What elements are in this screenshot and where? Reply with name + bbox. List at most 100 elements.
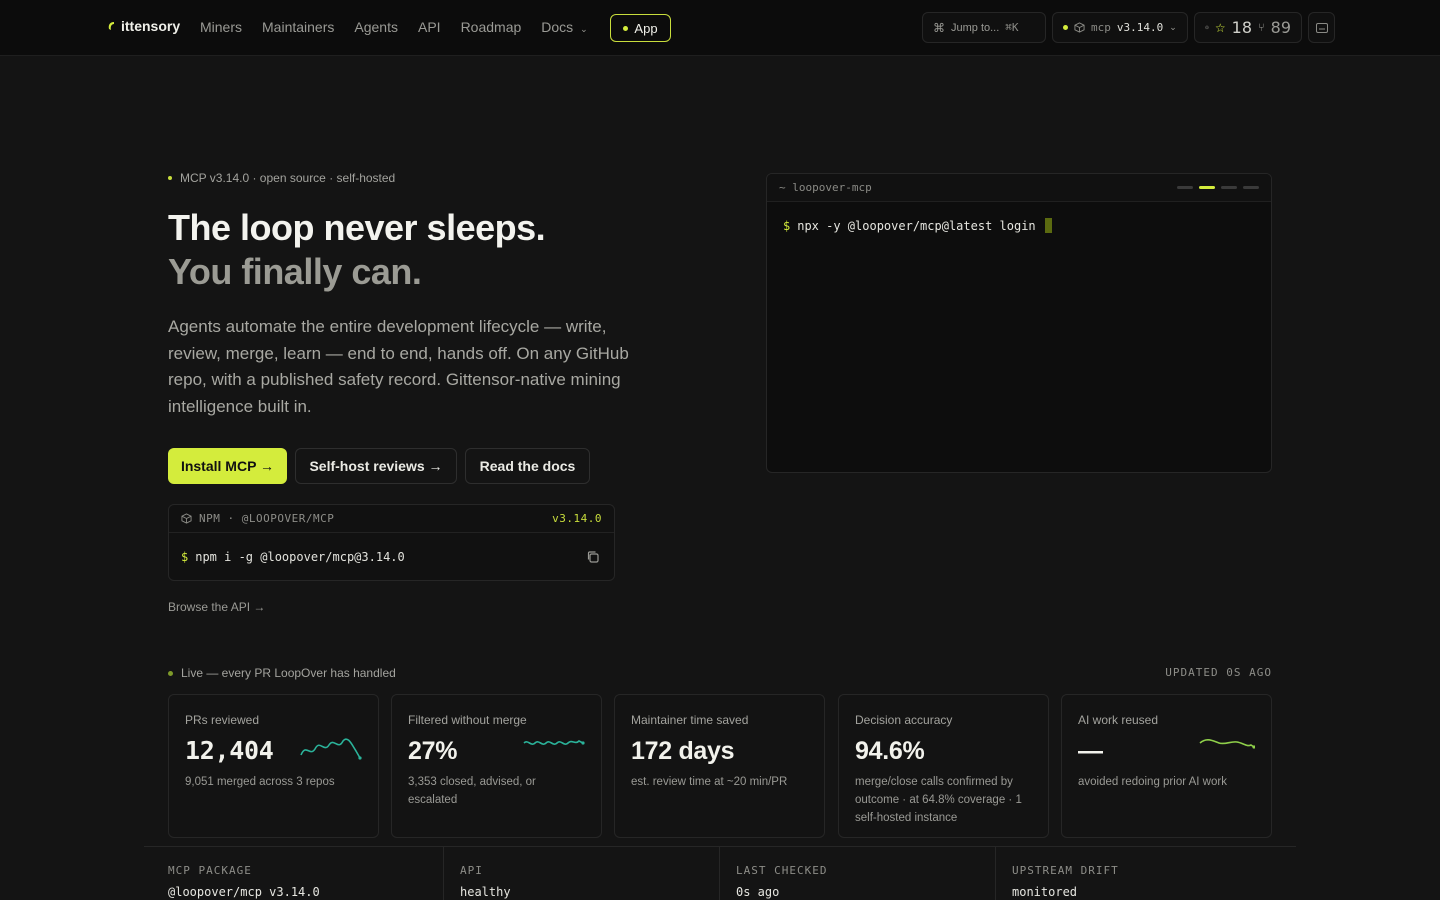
strip-value: monitored [1012,885,1078,899]
hero-eyebrow: MCP v3.14.0 · open source · self-hosted [168,171,395,185]
fork-icon: ⑂ [1258,21,1265,34]
strip-last-checked: LAST CHECKED 0s ago [719,847,996,900]
star-count: 18 [1231,18,1253,37]
sparkline-icon [300,738,362,760]
self-host-button[interactable]: Self-host reviews → [295,448,457,484]
nav-docs-label: Docs [541,19,574,35]
live-dot-icon [168,670,173,676]
eyebrow-dot-icon [168,176,172,180]
stat-card-filtered: Filtered without merge 27% 3,353 closed,… [391,694,602,838]
status-strip: MCP PACKAGE @loopover/mcp v3.14.0 API he… [144,846,1296,900]
github-icon [1205,25,1209,30]
brand-name: ittensory [121,18,181,34]
step-dot[interactable] [1177,186,1193,189]
nav-link-docs[interactable]: Docs ⌄ [541,18,587,38]
nav-link-agents[interactable]: Agents [354,18,398,38]
nav-links: Miners Maintainers Agents API Roadmap Do… [200,18,588,38]
package-icon [181,513,192,524]
npm-command[interactable]: npm i -g @loopover/mcp@3.14.0 [195,550,405,564]
stat-label: Decision accuracy [855,713,953,727]
brand-mark-icon [108,22,114,30]
stat-sub: 3,353 closed, advised, or escalated [408,776,536,806]
npm-command-row: $ npm i -g @loopover/mcp@3.14.0 [169,533,614,581]
hero-description: Agents automate the entire development l… [168,317,629,416]
fork-count: 89 [1270,18,1291,37]
terminal-title: ~ loopover-mcp [779,181,872,194]
hero-subtitle: You finally can. [168,251,422,292]
terminal-command-line: $ npx -y @loopover/mcp@latest login [783,218,1052,233]
step-dot-active[interactable] [1199,186,1215,189]
chevron-down-icon: ⌄ [1169,22,1177,32]
nav-link-api[interactable]: API [418,18,441,38]
terminal-command: npx -y @loopover/mcp@latest login [797,218,1036,233]
version-selector[interactable]: mcp v3.14.0 ⌄ [1052,12,1188,43]
stat-sub: avoided redoing prior AI work [1078,776,1227,788]
status-dot-icon [1063,25,1068,30]
npm-version: v3.14.0 [552,512,602,525]
stat-card-prs-reviewed: PRs reviewed 12,404 9,051 merged across … [168,694,379,838]
strip-api: API healthy [443,847,720,900]
step-dot[interactable] [1243,186,1259,189]
app-button[interactable]: App [610,14,671,42]
strip-value: healthy [460,885,511,899]
strip-upstream-drift: UPSTREAM DRIFT monitored [995,847,1296,900]
stat-label: Maintainer time saved [631,713,749,727]
sparkline-icon [523,740,585,745]
stat-value: 172 days [631,737,735,765]
step-dot[interactable] [1221,186,1237,189]
stat-label: Filtered without merge [408,713,527,727]
terminal-window: ~ loopover-mcp $ npx -y @loopover/mcp@la… [766,173,1272,473]
strip-key: LAST CHECKED [736,864,828,877]
terminal-toggle[interactable] [1308,12,1335,43]
stat-sub: merge/close calls confirmed by outcome ·… [855,776,1022,824]
version-number: v3.14.0 [1116,21,1164,34]
terminal-cursor [1044,218,1052,233]
shell-prompt: $ [181,550,189,564]
terminal-icon [1315,22,1328,33]
strip-key: MCP PACKAGE [168,864,252,877]
stat-label: AI work reused [1078,713,1159,727]
stat-sub: 9,051 merged across 3 repos [185,776,335,788]
nav-link-miners[interactable]: Miners [200,18,242,38]
eyebrow-text: MCP v3.14.0 · open source · self-hosted [180,171,396,185]
stat-label: PRs reviewed [185,713,260,727]
stat-card-ai-reused: AI work reused — avoided redoing prior A… [1061,694,1272,838]
version-pkg: mcp [1091,21,1111,34]
npm-package-label: NPM · @LOOPOVER/MCP [199,512,335,525]
live-text: Live — every PR LoopOver has handled [181,666,396,680]
top-nav: ittensory Miners Maintainers Agents API … [0,0,1440,56]
status-dot-icon [623,25,629,31]
stat-card-time-saved: Maintainer time saved 172 days est. revi… [614,694,825,838]
sparkline-icon [1199,739,1255,749]
stat-value: 94.6% [855,737,925,765]
read-docs-button[interactable]: Read the docs [465,448,590,484]
browse-api-link[interactable]: Browse the API → [168,600,265,614]
jump-to-search[interactable]: ⌘ Jump to... ⌘K [922,12,1046,43]
star-icon: ☆ [1214,20,1226,35]
hero-title: The loop never sleeps. [168,207,546,248]
terminal-prompt: $ [783,218,791,233]
terminal-titlebar: ~ loopover-mcp [767,174,1271,202]
github-stats[interactable]: ☆ 18 ⑂ 89 [1194,12,1302,43]
strip-key: API [460,864,483,877]
stat-card-accuracy: Decision accuracy 94.6% merge/close call… [838,694,1049,838]
stat-sub: est. review time at ~20 min/PR [631,776,788,788]
app-button-label: App [634,20,658,36]
command-icon: ⌘ [933,20,945,35]
strip-value: 0s ago [736,885,780,899]
nav-link-maintainers[interactable]: Maintainers [262,18,334,38]
install-mcp-button[interactable]: Install MCP → [168,448,287,484]
terminal-step-indicator [1177,186,1259,189]
brand-logo[interactable]: ittensory [106,18,180,34]
live-label: Live — every PR LoopOver has handled [168,666,396,680]
chevron-down-icon: ⌄ [580,24,588,34]
strip-mcp-package: MCP PACKAGE @loopover/mcp v3.14.0 [144,847,444,900]
nav-link-roadmap[interactable]: Roadmap [461,18,522,38]
copy-icon[interactable] [586,550,600,564]
npm-card-header: NPM · @LOOPOVER/MCP v3.14.0 [169,505,614,533]
search-label: Jump to... [951,21,1000,34]
package-icon [1074,22,1085,33]
search-shortcut: ⌘K [1005,21,1019,34]
strip-value: @loopover/mcp v3.14.0 [168,885,320,899]
npm-install-card: NPM · @LOOPOVER/MCP v3.14.0 $ npm i -g @l… [168,504,615,581]
